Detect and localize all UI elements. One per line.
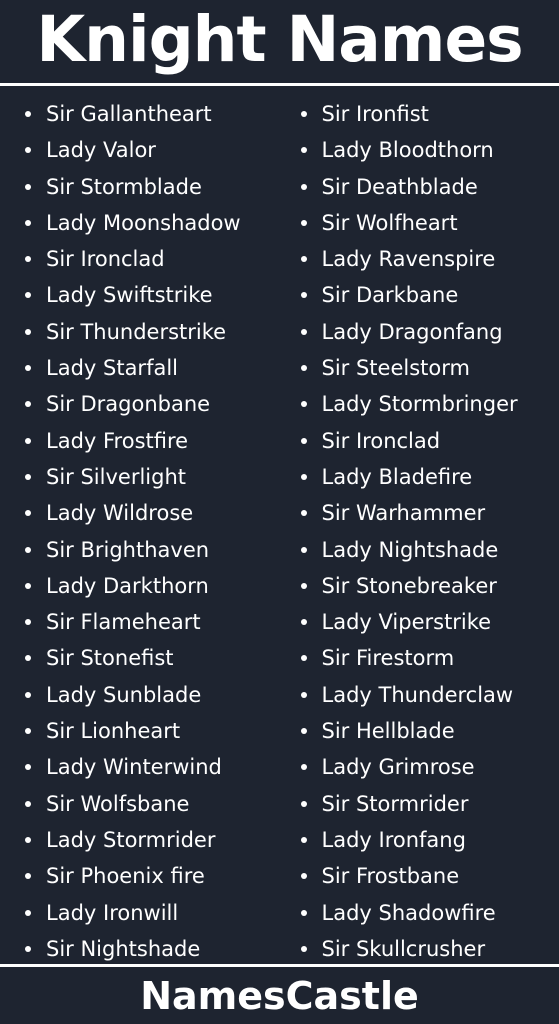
title-bar: Knight Names <box>0 0 559 86</box>
list-item: Sir Frostbane <box>290 858 559 894</box>
list-item: Sir Dragonbane <box>14 386 284 422</box>
list-item: Lady Thunderclaw <box>290 677 559 713</box>
list-item: Lady Wildrose <box>14 495 284 531</box>
names-column-right: Sir Ironfist Lady Bloodthorn Sir Deathblad… <box>284 96 559 964</box>
name-list-left: Sir Gallantheart Lady Valor Sir Stormblade… <box>14 96 284 964</box>
list-item: Lady Frostfire <box>14 423 284 459</box>
list-item: Lady Dragonfang <box>290 314 559 350</box>
list-item: Sir Ironfist <box>290 96 559 132</box>
list-item: Sir Darkbane <box>290 277 559 313</box>
list-item: Sir Wolfheart <box>290 205 559 241</box>
list-item: Sir Firestorm <box>290 640 559 676</box>
list-item: Sir Stormblade <box>14 169 284 205</box>
list-item: Sir Phoenix fire <box>14 858 284 894</box>
list-item: Lady Bloodthorn <box>290 132 559 168</box>
list-item: Lady Bladefire <box>290 459 559 495</box>
list-item: Sir Stormrider <box>290 786 559 822</box>
list-item: Sir Wolfsbane <box>14 786 284 822</box>
list-item: Sir Steelstorm <box>290 350 559 386</box>
list-item: Sir Silverlight <box>14 459 284 495</box>
list-item: Sir Hellblade <box>290 713 559 749</box>
list-item: Sir Stonefist <box>14 640 284 676</box>
list-item: Sir Nightshade <box>14 931 284 964</box>
list-item: Lady Winterwind <box>14 749 284 785</box>
names-content: Sir Gallantheart Lady Valor Sir Stormblade… <box>0 86 559 964</box>
list-item: Lady Starfall <box>14 350 284 386</box>
list-item: Lady Ironwill <box>14 895 284 931</box>
list-item: Lady Grimrose <box>290 749 559 785</box>
list-item: Lady Swiftstrike <box>14 277 284 313</box>
footer-bar: NamesCastle <box>0 964 559 1024</box>
list-item: Sir Lionheart <box>14 713 284 749</box>
list-item: Lady Shadowfire <box>290 895 559 931</box>
list-item: Sir Ironclad <box>14 241 284 277</box>
list-item: Sir Thunderstrike <box>14 314 284 350</box>
list-item: Sir Stonebreaker <box>290 568 559 604</box>
page-title: Knight Names <box>36 3 523 76</box>
list-item: Sir Deathblade <box>290 169 559 205</box>
list-item: Lady Moonshadow <box>14 205 284 241</box>
list-item: Lady Darkthorn <box>14 568 284 604</box>
list-item: Lady Ironfang <box>290 822 559 858</box>
list-item: Sir Warhammer <box>290 495 559 531</box>
brand-name: NamesCastle <box>140 973 419 1018</box>
name-list-right: Sir Ironfist Lady Bloodthorn Sir Deathblad… <box>290 96 559 964</box>
list-item: Sir Flameheart <box>14 604 284 640</box>
list-item: Lady Ravenspire <box>290 241 559 277</box>
knight-names-poster: Knight Names Sir Gallantheart Lady Valor S… <box>0 0 559 1024</box>
names-column-left: Sir Gallantheart Lady Valor Sir Stormblade… <box>0 96 284 964</box>
list-item: Lady Stormbringer <box>290 386 559 422</box>
list-item: Sir Gallantheart <box>14 96 284 132</box>
list-item: Lady Valor <box>14 132 284 168</box>
list-item: Sir Brighthaven <box>14 532 284 568</box>
list-item: Lady Stormrider <box>14 822 284 858</box>
list-item: Sir Skullcrusher <box>290 931 559 964</box>
list-item: Lady Sunblade <box>14 677 284 713</box>
list-item: Lady Viperstrike <box>290 604 559 640</box>
list-item: Sir Ironclad <box>290 423 559 459</box>
list-item: Lady Nightshade <box>290 532 559 568</box>
